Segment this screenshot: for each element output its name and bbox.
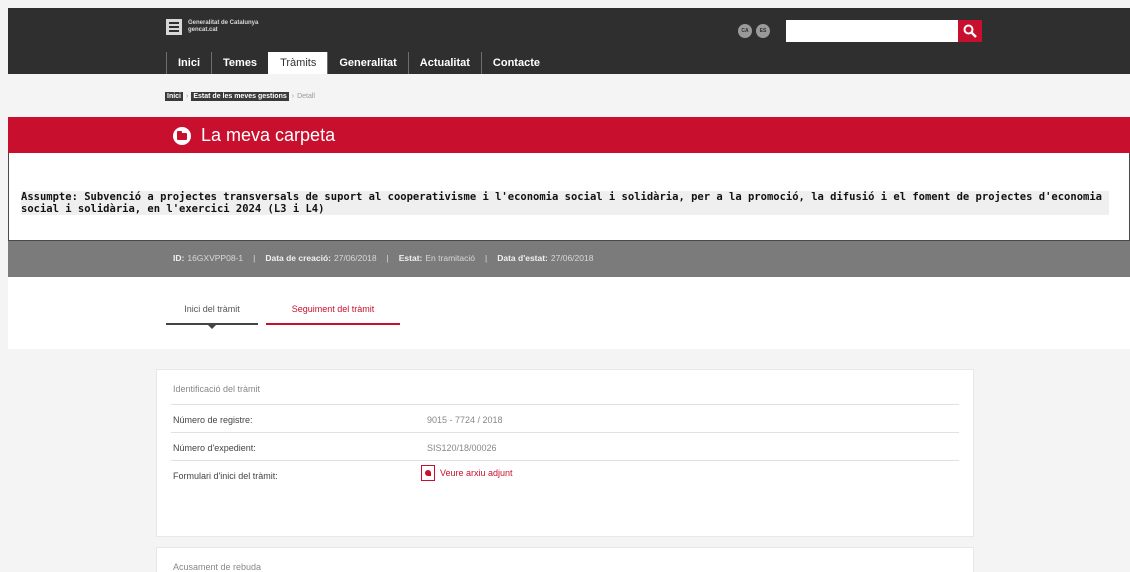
procedure-identification-card: Identificació del tràmit Número de regis… <box>156 369 974 537</box>
meta-separator: | <box>253 253 256 263</box>
search-button[interactable] <box>958 20 982 42</box>
page-title: La meva carpeta <box>201 125 336 145</box>
meta-separator: | <box>386 253 389 263</box>
card-title: Acusament de rebuda <box>173 562 262 572</box>
table-row: Número de registre: 9015 - 7724 / 2018 <box>171 404 959 432</box>
nav-item-actualitat[interactable]: Actualitat <box>407 52 481 74</box>
subject-box: Assumpte: Subvenció a projectes transver… <box>8 153 1130 241</box>
logo-line-2: gencat.cat <box>188 27 218 33</box>
pdf-icon <box>421 465 435 481</box>
procedure-meta-bar: ID: 16GXVPP08-1 | Data de creació: 27/06… <box>8 241 1130 277</box>
breadcrumb-parent-link[interactable]: Estat de les meves gestions <box>191 92 289 101</box>
meta-status-date-label: Data d'estat: <box>497 253 548 263</box>
meta-created-value: 27/06/2018 <box>334 253 377 263</box>
meta-created-label: Data de creació: <box>265 253 331 263</box>
meta-status-value: En tramitació <box>425 253 475 263</box>
view-attachment-link[interactable]: Veure arxiu adjunt <box>440 468 513 478</box>
meta-status-label: Estat: <box>398 253 423 263</box>
table-row: Formulari d'inici del tràmit: Veure arxi… <box>171 460 959 488</box>
meta-id-value: 16GXVPP08-1 <box>187 253 244 263</box>
nav-item-tramits[interactable]: Tràmits <box>268 52 328 74</box>
logo-line-1: Generalitat de Catalunya <box>188 20 259 26</box>
registry-number-label: Número de registre: <box>173 415 253 425</box>
folder-icon <box>173 127 191 145</box>
language-es-button[interactable]: ES <box>756 24 770 38</box>
main-nav: Inici Temes Tràmits Generalitat Actualit… <box>166 52 551 74</box>
attachment-link[interactable]: Veure arxiu adjunt <box>421 465 513 481</box>
generalitat-logo[interactable]: Generalitat de Catalunya gencat.cat <box>166 16 258 38</box>
language-ca-button[interactable]: CA <box>738 24 752 38</box>
breadcrumb-home-link[interactable]: Inici <box>165 92 184 101</box>
site-header: Generalitat de Catalunya gencat.cat CA E… <box>8 8 1130 74</box>
breadcrumb: Inici › Estat de les meves gestions › De… <box>165 92 315 101</box>
page: Generalitat de Catalunya gencat.cat CA E… <box>0 0 1130 572</box>
title-bar: La meva carpeta <box>8 117 1130 153</box>
breadcrumb-separator: › <box>186 93 189 100</box>
registry-number-value: 9015 - 7724 / 2018 <box>427 415 503 425</box>
tabs-area: Inici del tràmit Seguiment del tràmit <box>8 277 1130 349</box>
generalitat-logo-icon <box>166 19 182 35</box>
meta-separator: | <box>485 253 488 263</box>
meta-id-label: ID: <box>173 253 185 263</box>
file-number-label: Número d'expedient: <box>173 443 256 453</box>
card-title: Identificació del tràmit <box>173 384 261 394</box>
tab-inici-del-tramit[interactable]: Inici del tràmit <box>166 301 258 329</box>
subject-text: Assumpte: Subvenció a projectes transver… <box>21 191 1109 215</box>
table-row: Número d'expedient: SIS120/18/00026 <box>171 432 959 460</box>
search-input[interactable] <box>786 20 958 42</box>
nav-item-generalitat[interactable]: Generalitat <box>327 52 407 74</box>
breadcrumb-separator: › <box>291 93 295 100</box>
receipt-acknowledgement-card: Acusament de rebuda <box>156 547 974 572</box>
nav-item-contacte[interactable]: Contacte <box>480 52 551 74</box>
file-number-value: SIS120/18/00026 <box>427 443 497 453</box>
search-icon <box>963 24 977 38</box>
nav-item-inici[interactable]: Inici <box>166 52 211 74</box>
meta-status-date-value: 27/06/2018 <box>550 253 594 263</box>
nav-item-temes[interactable]: Temes <box>211 52 268 74</box>
form-label: Formulari d'inici del tràmit: <box>173 471 278 481</box>
tab-seguiment-del-tramit[interactable]: Seguiment del tràmit <box>266 301 400 325</box>
breadcrumb-current: Detall <box>297 93 315 100</box>
